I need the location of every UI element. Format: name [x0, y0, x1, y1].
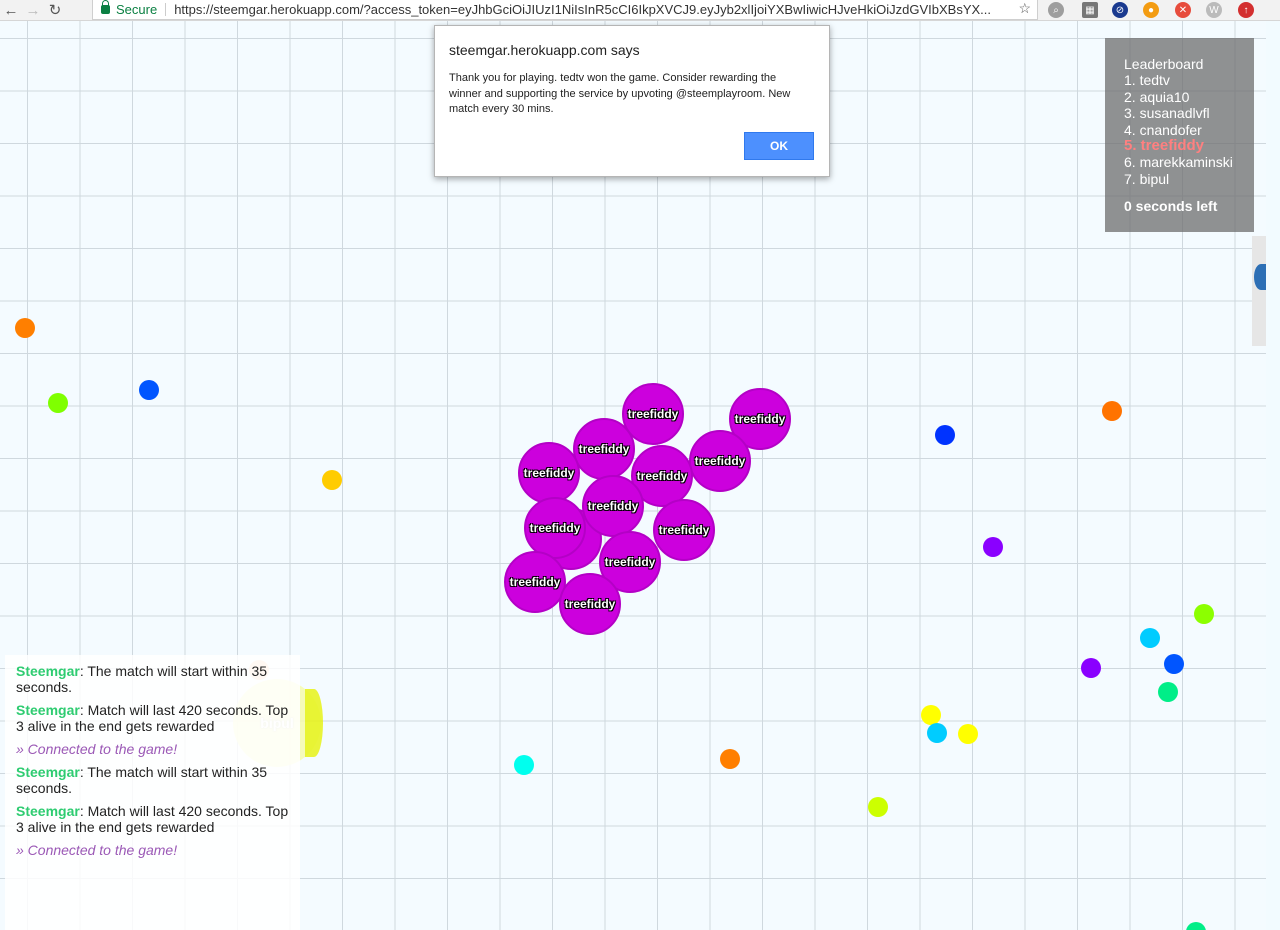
side-panel-edge	[1252, 236, 1266, 346]
food-pellet	[15, 318, 35, 338]
food-pellet	[983, 537, 1003, 557]
leaderboard-title: Leaderboard	[1124, 56, 1204, 72]
extension-clipboard-icon[interactable]: ▦	[1082, 2, 1098, 18]
player-cell-label: treefiddy	[604, 555, 656, 569]
food-pellet	[921, 705, 941, 725]
leaderboard-entry-current-player: 5. treefiddy	[1124, 137, 1205, 155]
food-pellet	[1194, 604, 1214, 624]
chat-message: Steemgar: The match will start within 35…	[16, 764, 290, 796]
food-pellet	[958, 724, 978, 744]
player-cell-label: treefiddy	[694, 454, 746, 468]
food-pellet	[1164, 654, 1184, 674]
chat-sender: Steemgar	[16, 764, 80, 780]
forward-icon[interactable]: →	[22, 0, 44, 20]
player-cell-label: treefiddy	[564, 597, 616, 611]
leaderboard-entry: 3. susanadlvfl	[1124, 105, 1210, 122]
player-cell-label: treefiddy	[627, 407, 679, 421]
extension-red-icon[interactable]: ✕	[1175, 2, 1191, 18]
leaderboard-panel: Leaderboard 1. tedtv 2. aquia10 3. susan…	[1105, 38, 1254, 232]
extension-upload-icon[interactable]: ↑	[1238, 2, 1254, 18]
leaderboard-entry: 1. tedtv	[1124, 72, 1170, 89]
player-cell-label: treefiddy	[587, 499, 639, 513]
leaderboard-entry: 4. cnandofer	[1124, 121, 1202, 138]
chat-message: Steemgar: Match will last 420 seconds. T…	[16, 702, 290, 734]
dialog-message: Thank you for playing. tedtv won the gam…	[449, 72, 791, 115]
alert-dialog: steemgar.herokuapp.com says Thank you fo…	[434, 25, 830, 177]
food-pellet	[927, 723, 947, 743]
player-cell-label: treefiddy	[636, 469, 688, 483]
leaderboard-entry: 2. aquia10	[1124, 88, 1190, 105]
player-cell: treefiddy	[653, 499, 715, 561]
ok-button[interactable]: OK	[744, 132, 814, 160]
food-pellet	[868, 797, 888, 817]
player-cell-label: treefiddy	[658, 523, 710, 537]
chat-log: Steemgar: The match will start within 35…	[5, 655, 300, 930]
player-cell-label: treefiddy	[578, 442, 630, 456]
food-pellet	[1081, 658, 1101, 678]
food-pellet	[1102, 401, 1122, 421]
food-pellet	[48, 393, 68, 413]
dialog-title: steemgar.herokuapp.com says	[449, 42, 640, 58]
chat-sender: Steemgar	[16, 702, 80, 718]
player-cell-label: treefiddy	[509, 575, 561, 589]
food-pellet	[935, 425, 955, 445]
divider	[165, 3, 167, 16]
food-pellet	[1158, 682, 1178, 702]
secure-label: Secure	[116, 2, 158, 17]
chat-message: Steemgar: The match will start within 35…	[16, 663, 290, 695]
player-cell: treefiddy	[582, 475, 644, 537]
chat-system-message: » Connected to the game!	[16, 741, 178, 757]
chat-sender: Steemgar	[16, 663, 80, 679]
player-cell: treefiddy	[518, 442, 580, 504]
food-pellet	[322, 470, 342, 490]
match-timer: 0 seconds left	[1124, 198, 1218, 215]
reload-icon[interactable]: ↻	[44, 0, 66, 20]
url-text[interactable]: https://steemgar.herokuapp.com/?access_t…	[174, 2, 991, 17]
side-panel-icon[interactable]	[1254, 264, 1266, 290]
food-pellet	[1186, 922, 1206, 930]
lock-icon	[101, 0, 110, 14]
leaderboard-entry: 7. bipul	[1124, 170, 1170, 187]
player-cell: treefiddy	[524, 497, 586, 559]
player-cell: treefiddy	[559, 573, 621, 635]
food-pellet	[720, 749, 740, 769]
chat-system-message: » Connected to the game!	[16, 842, 178, 858]
extension-wordpress-icon[interactable]: W	[1206, 2, 1222, 18]
chat-message: Steemgar: Match will last 420 seconds. T…	[16, 803, 290, 835]
leaderboard-entry: 6. marekkaminski	[1124, 154, 1233, 171]
chat-sender: Steemgar	[16, 803, 80, 819]
bookmark-star-icon[interactable]: ☆	[1018, 0, 1031, 17]
address-bar[interactable]: Secure https://steemgar.herokuapp.com/?a…	[92, 0, 1038, 20]
player-cell-label: treefiddy	[734, 412, 786, 426]
enemy-cell-rim	[305, 689, 323, 757]
player-cell-label: treefiddy	[523, 466, 575, 480]
extension-orange-icon[interactable]: ●	[1143, 2, 1159, 18]
extension-search-icon[interactable]: ⌕	[1048, 2, 1064, 18]
extension-block-icon[interactable]: ⊘	[1112, 2, 1128, 18]
player-cell-label: treefiddy	[529, 521, 581, 535]
player-cell: treefiddy	[689, 430, 751, 492]
player-cell: treefiddy	[573, 418, 635, 480]
food-pellet	[1140, 628, 1160, 648]
food-pellet	[139, 380, 159, 400]
back-icon[interactable]: ←	[0, 0, 22, 20]
food-pellet	[514, 755, 534, 775]
player-cell: treefiddy	[504, 551, 566, 613]
